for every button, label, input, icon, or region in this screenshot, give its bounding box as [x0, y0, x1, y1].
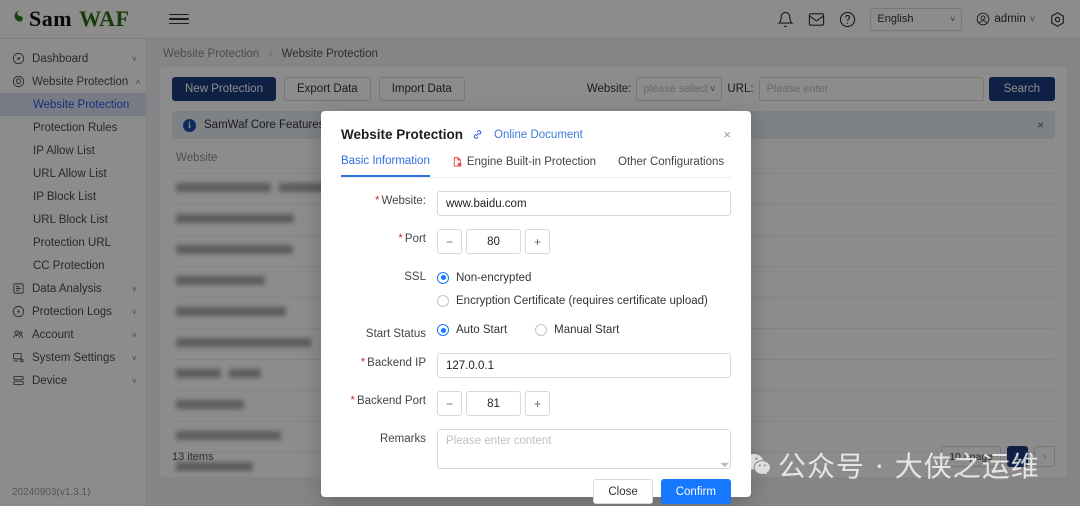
backend-ip-field-label: * Backend IP	[341, 353, 437, 369]
port-field-control: − 80 +	[437, 229, 731, 254]
ssl-field-control: Non-encrypted Encryption Certificate (re…	[437, 267, 731, 311]
field-row-remarks: Remarks Please enter content ◢	[341, 429, 731, 469]
required-mark: *	[374, 195, 380, 207]
backend-port-field-label: * Backend Port	[341, 391, 437, 407]
online-document-link[interactable]: Online Document	[494, 129, 583, 141]
app-root: Sam WAF English ˅ admin ˅ Dashboard ˅ We…	[0, 0, 1080, 506]
backend-port-input[interactable]: 81	[466, 391, 521, 416]
start-option-2-label: Manual Start	[554, 324, 620, 336]
field-row-ssl: SSL Non-encrypted Encryption Certificate…	[341, 267, 731, 311]
port-decrement-button[interactable]: −	[437, 229, 462, 254]
ssl-option-1-label: Non-encrypted	[456, 271, 532, 284]
dialog-header: Website Protection Online Document ×	[341, 127, 731, 142]
remarks-placeholder: Please enter content	[446, 435, 552, 447]
backend-port-stepper: − 81 +	[437, 391, 731, 416]
radio-icon-selected	[437, 324, 449, 336]
website-input[interactable]: www.baidu.com	[437, 191, 731, 216]
start-status-field-label: Start Status	[365, 328, 426, 340]
dialog-tabs: Basic Information Engine Built-in Protec…	[341, 155, 731, 178]
port-stepper: − 80 +	[437, 229, 731, 254]
remarks-field-control: Please enter content ◢	[437, 429, 731, 469]
backend-port-decrement-button[interactable]: −	[437, 391, 462, 416]
radio-icon-selected	[437, 271, 449, 284]
field-row-backend-port: * Backend Port − 81 +	[341, 391, 731, 416]
start-status-field-control: Auto Start Manual Start	[437, 324, 731, 336]
tab-label: Basic Information	[341, 155, 430, 167]
ssl-field-label: SSL	[404, 271, 426, 283]
field-row-port: * Port − 80 +	[341, 229, 731, 254]
ssl-radio-encryption-certificate[interactable]: Encryption Certificate (requires certifi…	[437, 290, 731, 311]
tab-label: Other Configurations	[618, 156, 725, 168]
required-mark: *	[398, 233, 403, 245]
doc-red-icon	[452, 156, 463, 168]
close-button[interactable]: Close	[593, 479, 653, 504]
link-icon	[471, 128, 484, 141]
field-row-backend-ip: * Backend IP 127.0.0.1	[341, 353, 731, 378]
radio-icon	[535, 324, 548, 336]
port-input[interactable]: 80	[466, 229, 521, 254]
field-row-website: * Website: www.baidu.com	[341, 191, 731, 216]
port-increment-button[interactable]: +	[525, 229, 550, 254]
start-radio-auto[interactable]: Auto Start	[437, 324, 507, 336]
resize-handle-icon[interactable]: ◢	[720, 457, 731, 468]
tab-basic-information[interactable]: Basic Information	[341, 155, 430, 177]
confirm-button[interactable]: Confirm	[660, 479, 731, 504]
tab-other-configurations[interactable]: Other Configurations	[618, 155, 724, 177]
backend-ip-input-value: 127.0.0.1	[446, 359, 494, 372]
backend-ip-input[interactable]: 127.0.0.1	[437, 353, 731, 378]
remarks-textarea[interactable]: Please enter content ◢	[437, 429, 731, 469]
start-radio-manual[interactable]: Manual Start	[535, 324, 619, 336]
backend-ip-field-control: 127.0.0.1	[437, 353, 731, 378]
tab-label: Engine Built-in Protection	[466, 156, 596, 168]
dialog-footer: Close Confirm	[341, 479, 731, 504]
backend-port-increment-button[interactable]: +	[525, 391, 550, 416]
start-option-1-label: Auto Start	[456, 324, 508, 336]
website-input-value: www.baidu.com	[446, 197, 527, 210]
backend-ip-label-text: Backend IP	[367, 357, 426, 369]
ssl-radio-non-encrypted[interactable]: Non-encrypted	[437, 267, 731, 288]
required-mark: *	[350, 395, 355, 407]
ssl-option-2-label: Encryption Certificate (requires certifi…	[456, 294, 708, 307]
port-label-text: Port	[404, 233, 426, 245]
website-protection-dialog: Website Protection Online Document × Bas…	[321, 111, 751, 504]
tab-engine-builtin-protection[interactable]: Engine Built-in Protection	[452, 155, 596, 177]
backend-port-label-text: Backend Port	[356, 395, 426, 407]
website-field-control: www.baidu.com	[437, 191, 731, 216]
port-field-label: * Port	[341, 229, 437, 245]
required-mark: *	[360, 357, 366, 369]
radio-icon	[437, 294, 449, 307]
backend-port-field-control: − 81 +	[437, 391, 731, 416]
dialog-close-icon[interactable]: ×	[723, 128, 731, 141]
field-row-start-status: Start Status Auto Start Manual Start	[341, 324, 731, 340]
website-label-text: Website:	[381, 195, 426, 207]
dialog-title: Website Protection	[341, 127, 464, 142]
website-field-label: * Website:	[341, 191, 437, 207]
remarks-field-label: Remarks	[379, 433, 426, 445]
